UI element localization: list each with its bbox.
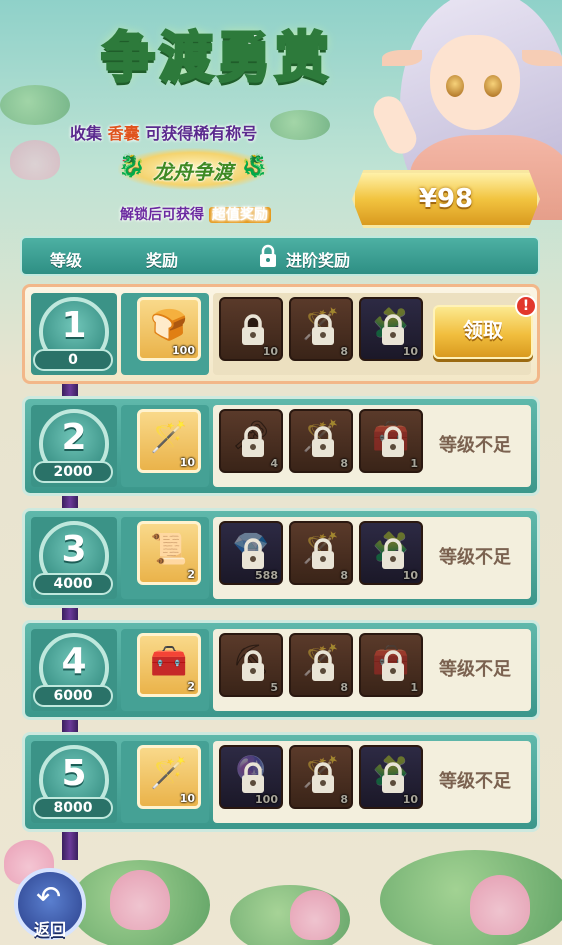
item-quantity: 1 [410, 681, 418, 694]
locked-reward-item[interactable]: 🪄 8 [289, 297, 353, 361]
item-quantity: 1 [410, 457, 418, 470]
item-quantity: 8 [340, 457, 348, 470]
item-quantity: 10 [402, 793, 418, 806]
locked-reward-item[interactable]: 💎 588 [219, 521, 283, 585]
level-column-header: 等级 [50, 251, 83, 270]
item-quantity: 8 [340, 681, 348, 694]
dragon-icon: 🐉 [240, 154, 268, 179]
level-number: 3 [61, 529, 87, 570]
lock-icon [312, 650, 334, 681]
reward-row: 2 2000 🪄 10 🗝 4 🪄 8 🧰 1 等级不足 [22, 396, 540, 496]
lock-icon [382, 650, 404, 681]
item-quantity: 10 [179, 456, 195, 469]
locked-reward-item[interactable]: 🪄 8 [289, 409, 353, 473]
free-reward-item[interactable]: 📜 2 [137, 521, 201, 585]
lock-icon [242, 314, 264, 345]
locked-reward-item[interactable]: 🧰 1 [359, 409, 423, 473]
lock-icon [312, 538, 334, 569]
background-lotus [10, 140, 60, 180]
level-insufficient-status: 等级不足 [439, 547, 511, 568]
locked-reward-item[interactable]: 🔮 100 [219, 745, 283, 809]
reward-table-header: 等级 奖励 进阶奖励 [20, 236, 540, 276]
item-quantity: 100 [172, 344, 195, 357]
dragon-boat-emblem: 🐉 龙舟争渡 🐉 [118, 148, 268, 190]
item-quantity: 10 [262, 345, 278, 358]
level-score: 6000 [33, 685, 113, 707]
item-quantity: 100 [255, 793, 278, 806]
locked-reward-item[interactable]: ⚫ 10 [219, 297, 283, 361]
level-insufficient-status: 等级不足 [439, 659, 511, 680]
chest-icon: 🧰 [150, 644, 188, 679]
item-quantity: 10 [402, 569, 418, 582]
locked-reward-item[interactable]: 🪄 8 [289, 633, 353, 697]
purchase-button[interactable]: ¥98 [352, 170, 540, 228]
level-score: 8000 [33, 797, 113, 819]
free-reward-item[interactable]: 🪄 10 [137, 745, 201, 809]
scroll-icon: 📜 [150, 532, 188, 567]
event-subtitle: 收集 香囊 可获得稀有称号 [70, 124, 258, 143]
locked-reward-item[interactable]: ⛏ 5 [219, 633, 283, 697]
lock-icon [382, 426, 404, 457]
level-score: 0 [33, 349, 113, 371]
level-insufficient-status: 等级不足 [439, 771, 511, 792]
reward-column-header: 奖励 [146, 251, 179, 270]
reward-row: 3 4000 📜 2 💎 588 🪄 8 🧩 10 等级不足 [22, 508, 540, 608]
level-insufficient-status: 等级不足 [439, 435, 511, 456]
price-label: ¥98 [418, 184, 474, 214]
level-number: 4 [61, 641, 87, 682]
item-quantity: 8 [340, 569, 348, 582]
reward-row: 5 8000 🪄 10 🔮 100 🪄 8 🧩 10 等级不足 [22, 732, 540, 832]
lock-icon [242, 538, 264, 569]
lock-icon [382, 314, 404, 345]
alert-badge: ! [515, 295, 537, 317]
back-arrow-icon: ↶ [36, 880, 62, 915]
item-quantity: 2 [187, 568, 195, 581]
level-number: 1 [61, 305, 87, 346]
lock-icon [382, 762, 404, 793]
reward-row: 1 0 🍞 100 ⚫ 10 🪄 8 🧩 10 领取! [22, 284, 540, 384]
back-label: 返回 [33, 920, 66, 939]
lock-icon [242, 762, 264, 793]
back-button[interactable]: ↶ 返回 [14, 868, 86, 940]
lock-icon [312, 762, 334, 793]
lock-icon [312, 314, 334, 345]
locked-reward-item[interactable]: 🪄 8 [289, 521, 353, 585]
lock-icon [312, 426, 334, 457]
item-quantity: 4 [270, 457, 278, 470]
lotus-foliage-decoration [0, 830, 562, 945]
bread-icon: 🍞 [150, 308, 188, 343]
item-quantity: 2 [187, 680, 195, 693]
event-title: 争渡勇赏 [100, 24, 333, 91]
staff-icon: 🪄 [150, 420, 188, 455]
item-quantity: 10 [179, 792, 195, 805]
lock-icon [242, 650, 264, 681]
level-number: 2 [61, 417, 87, 458]
level-number: 5 [61, 753, 87, 794]
locked-reward-item[interactable]: 🧩 10 [359, 745, 423, 809]
locked-reward-item[interactable]: 🗝 4 [219, 409, 283, 473]
lock-icon [260, 244, 276, 267]
lock-icon [382, 538, 404, 569]
unlock-hint: 解锁后可获得 超值奖励 [120, 204, 271, 224]
free-reward-item[interactable]: 🪄 10 [137, 409, 201, 473]
locked-reward-item[interactable]: 🧩 10 [359, 521, 423, 585]
locked-reward-item[interactable]: 🪄 8 [289, 745, 353, 809]
reward-row: 4 6000 🧰 2 ⛏ 5 🪄 8 🧰 1 等级不足 [22, 620, 540, 720]
level-score: 2000 [33, 461, 113, 483]
item-quantity: 5 [270, 681, 278, 694]
free-reward-item[interactable]: 🧰 2 [137, 633, 201, 697]
locked-reward-item[interactable]: 🧩 10 [359, 297, 423, 361]
item-quantity: 8 [340, 345, 348, 358]
item-quantity: 588 [255, 569, 278, 582]
advanced-reward-column-header: 进阶奖励 [286, 251, 351, 270]
item-quantity: 8 [340, 793, 348, 806]
locked-reward-item[interactable]: 🧰 1 [359, 633, 423, 697]
item-quantity: 10 [402, 345, 418, 358]
level-score: 4000 [33, 573, 113, 595]
staff-icon: 🪄 [150, 756, 188, 791]
free-reward-item[interactable]: 🍞 100 [137, 297, 201, 361]
lock-icon [242, 426, 264, 457]
